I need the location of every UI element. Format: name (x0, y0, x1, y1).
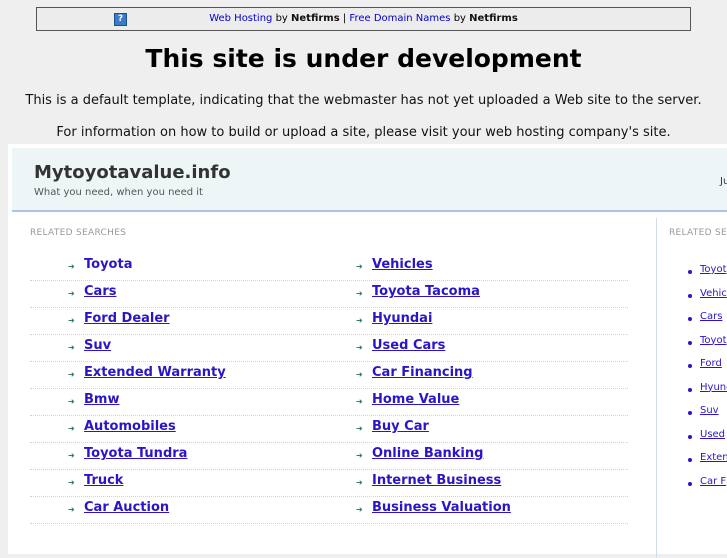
bullet-icon (688, 458, 692, 462)
related-row (30, 280, 628, 308)
bullet-icon (688, 481, 692, 486)
related-row (30, 334, 628, 362)
site-tagline: What you need, when you need it (34, 187, 203, 198)
arrow-icon: ➜ (68, 505, 75, 514)
by-text: by (272, 13, 292, 24)
arrow-icon: ➜ (356, 289, 363, 298)
related-link-left[interactable]: Bmw (84, 392, 119, 407)
netfirms-banner: ? Web Hosting by Netfirms | Free Domain … (36, 7, 691, 31)
related-link-left[interactable]: Automobiles (84, 419, 176, 434)
related-link-left[interactable]: Car Auction (84, 500, 169, 515)
arrow-icon: ➜ (356, 262, 363, 271)
side-related-link[interactable]: Vehic (700, 288, 727, 299)
related-link-right[interactable]: Buy Car (372, 419, 429, 434)
related-link-left[interactable]: Cars (84, 284, 116, 299)
arrow-icon: ➜ (68, 343, 75, 352)
site-header: Mytoyotavalue.info What you need, when y… (12, 148, 727, 212)
bullet-icon (688, 411, 692, 415)
side-related-link[interactable]: Toyot (700, 335, 726, 346)
arrow-icon: ➜ (356, 505, 363, 514)
arrow-icon: ➜ (356, 424, 363, 433)
related-searches-label: RELATED SEARCHES (30, 228, 127, 238)
site-name[interactable]: Mytoyotavalue.info (34, 162, 231, 183)
bullet-icon (688, 434, 692, 439)
bullet-icon (688, 340, 692, 345)
brand: Netfirms (291, 13, 340, 24)
related-link-left[interactable]: Truck (84, 473, 123, 488)
arrow-icon: ➜ (68, 397, 75, 406)
related-link-right[interactable]: Vehicles (372, 257, 433, 272)
side-related-link[interactable]: Suv (700, 405, 719, 416)
arrow-icon: ➜ (68, 451, 75, 460)
arrow-icon: ➜ (356, 478, 363, 487)
help-icon[interactable]: ? (114, 13, 127, 26)
separator: | (339, 13, 350, 24)
side-related-link[interactable]: Toyot (700, 264, 726, 275)
related-link-right[interactable]: Online Banking (372, 446, 483, 461)
related-link-right[interactable]: Hyundai (372, 311, 432, 326)
related-link-left[interactable]: Toyota (84, 257, 132, 272)
arrow-icon: ➜ (68, 424, 75, 433)
bullet-icon (688, 387, 692, 392)
bullet-icon (688, 293, 692, 298)
related-link-left[interactable]: Extended Warranty (84, 365, 226, 380)
bullet-icon (688, 364, 692, 368)
info-text: For information on how to build or uploa… (56, 125, 671, 140)
arrow-icon: ➜ (68, 316, 75, 325)
related-link-right[interactable]: Toyota Tacoma (372, 284, 480, 299)
arrow-icon: ➜ (356, 343, 363, 352)
arrow-icon: ➜ (356, 397, 363, 406)
arrow-icon: ➜ (356, 370, 363, 379)
arrow-icon: ➜ (68, 262, 75, 271)
side-related-link[interactable]: Hyund (700, 382, 727, 393)
header-right-text: Ju (720, 176, 727, 187)
related-link-right[interactable]: Internet Business (372, 473, 501, 488)
related-link-right[interactable]: Used Cars (372, 338, 445, 353)
side-related-link[interactable]: Used (700, 429, 725, 440)
intro-text: This is a default template, indicating t… (25, 93, 702, 108)
arrow-icon: ➜ (68, 289, 75, 298)
side-related-link[interactable]: Exten (700, 452, 727, 463)
bullet-icon (688, 270, 692, 274)
related-link-right[interactable]: Home Value (372, 392, 459, 407)
web-hosting-link[interactable]: Web Hosting (209, 13, 272, 24)
arrow-icon: ➜ (68, 370, 75, 379)
related-link-left[interactable]: Ford Dealer (84, 311, 170, 326)
brand: Netfirms (469, 13, 518, 24)
side-related-link[interactable]: Ford (700, 358, 722, 369)
arrow-icon: ➜ (356, 451, 363, 460)
arrow-icon: ➜ (68, 478, 75, 487)
bullet-icon (688, 317, 692, 321)
arrow-icon: ➜ (356, 316, 363, 325)
page-title: This site is under development (145, 44, 582, 73)
related-link-left[interactable]: Toyota Tundra (84, 446, 187, 461)
by-text: by (450, 13, 470, 24)
side-related-link[interactable]: Car F (700, 476, 726, 487)
column-divider (656, 218, 657, 558)
related-row (30, 388, 628, 416)
free-domain-link[interactable]: Free Domain Names (349, 13, 450, 24)
side-related-link[interactable]: Cars (700, 311, 722, 322)
parked-page-panel: Mytoyotavalue.info What you need, when y… (8, 144, 727, 558)
related-link-right[interactable]: Car Financing (372, 365, 473, 380)
side-related-label: RELATED SEA (669, 228, 727, 238)
related-link-right[interactable]: Business Valuation (372, 500, 511, 515)
related-link-left[interactable]: Suv (84, 338, 111, 353)
